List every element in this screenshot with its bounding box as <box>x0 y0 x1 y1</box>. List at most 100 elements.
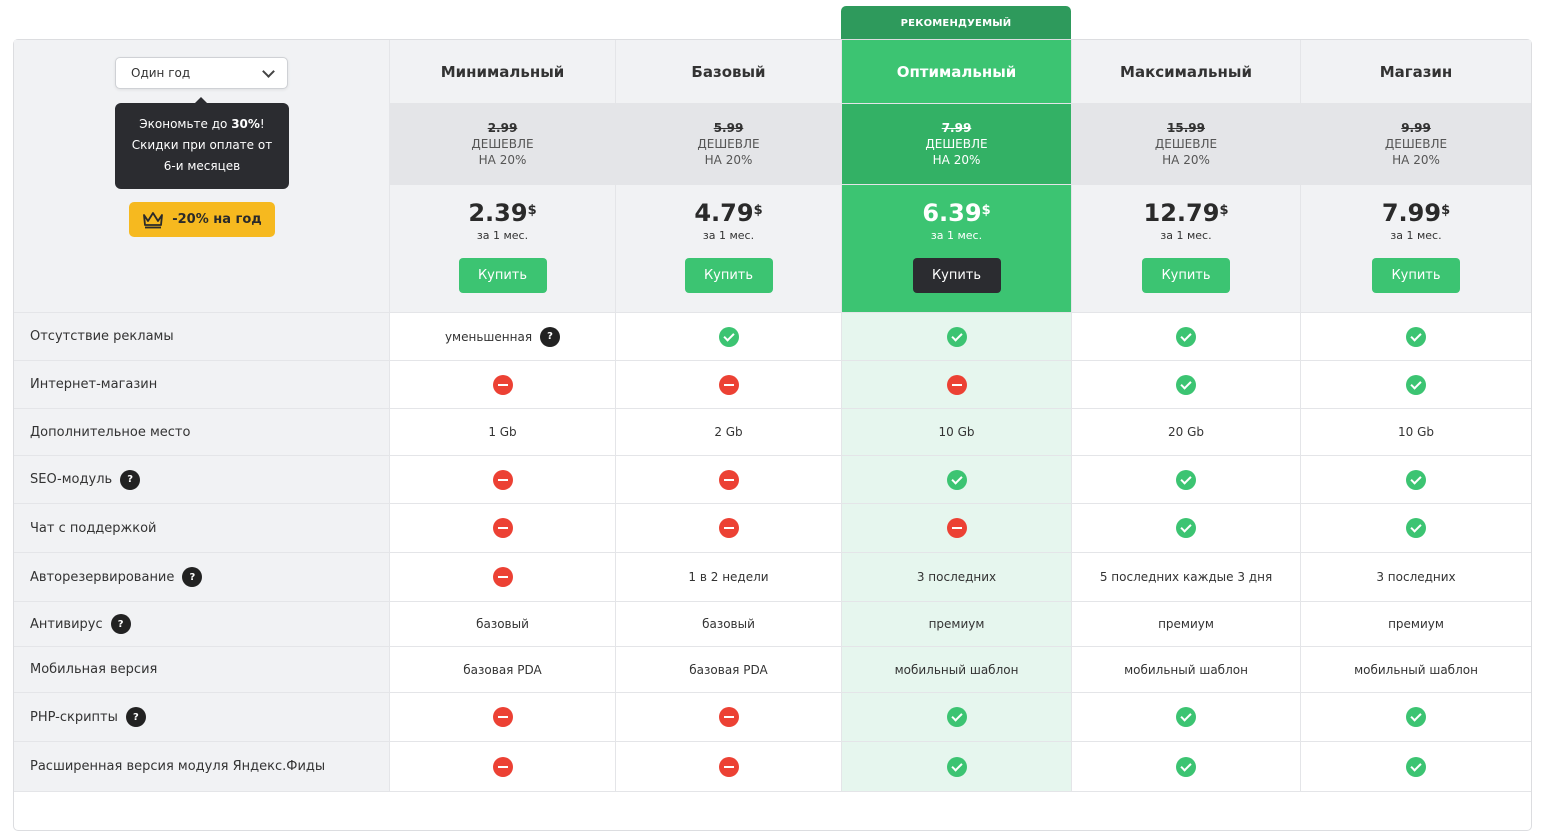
plan-name: Минимальный <box>440 62 565 81</box>
feature-value <box>842 456 1072 504</box>
feature-value-text: мобильный шаблон <box>1124 662 1248 677</box>
check-circle-icon <box>1406 469 1426 490</box>
plan-header: Базовый <box>616 40 842 104</box>
question-icon[interactable]: ? <box>120 469 141 490</box>
buy-button[interactable]: Купить <box>912 257 1001 293</box>
feature-value: мобильный шаблон <box>1301 647 1531 693</box>
period-panel: Один год Экономьте до 30%! Скидки при оп… <box>14 40 390 313</box>
discount-text: ДЕШЕВЛЕ <box>471 137 534 151</box>
discount-text: ДЕШЕВЛЕ <box>925 137 988 151</box>
check-circle-icon <box>946 469 967 490</box>
feature-name: Отсутствие рекламы <box>30 329 174 344</box>
discount-text: НА 20% <box>1162 153 1210 167</box>
currency: $ <box>1441 202 1451 218</box>
feature-value <box>616 693 842 742</box>
feature-value <box>616 361 842 409</box>
buy-button[interactable]: Купить <box>684 257 773 293</box>
check-circle-icon <box>946 707 967 727</box>
feature-value-text: 20 Gb <box>1168 425 1204 439</box>
feature-label: Отсутствие рекламы <box>14 313 390 361</box>
currency: $ <box>1219 202 1229 218</box>
price-period: за 1 мес. <box>1390 228 1442 242</box>
plan-name: Максимальный <box>1120 62 1252 81</box>
feature-value <box>842 504 1072 553</box>
check-circle-icon <box>1176 326 1196 347</box>
feature-value <box>842 361 1072 409</box>
minus-circle-icon <box>492 707 513 727</box>
question-icon[interactable]: ? <box>125 707 146 727</box>
feature-value <box>1301 742 1531 792</box>
feature-value <box>616 504 842 553</box>
period-select-value: Один год <box>131 66 191 80</box>
old-price-value: 15.99 <box>1167 121 1205 135</box>
plan-header: Магазин <box>1301 40 1531 104</box>
price-period: за 1 мес. <box>702 228 755 242</box>
feature-value <box>1072 693 1301 742</box>
minus-circle-icon <box>492 374 513 395</box>
tooltip-line-2: Скидки при оплате от <box>131 138 273 152</box>
feature-name: SEO-модуль <box>30 472 113 487</box>
check-circle-icon <box>1406 518 1426 538</box>
question-icon[interactable]: ? <box>110 614 131 634</box>
check-circle-icon <box>946 326 967 347</box>
feature-value-text: 5 последних каждые 3 дня <box>1099 570 1273 584</box>
price: 7.99$ <box>1382 199 1450 227</box>
check-circle-icon <box>1176 518 1196 538</box>
tooltip-highlight: 30% <box>231 117 260 131</box>
feature-value <box>1301 361 1531 409</box>
check-circle-icon <box>1406 326 1426 347</box>
feature-value: 3 последних <box>1301 553 1531 602</box>
price-cell: 4.79$ за 1 мес. Купить <box>616 185 842 313</box>
feature-value-text: базовый <box>476 617 529 631</box>
feature-value <box>842 693 1072 742</box>
feature-value-text: 1 в 2 недели <box>688 570 769 584</box>
feature-label: Расширенная версия модуля Яндекс.Фиды <box>14 742 390 792</box>
old-price-cell: 5.99 ДЕШЕВЛЕ НА 20% <box>616 104 842 185</box>
feature-value-text: премиум <box>1388 617 1444 631</box>
feature-value <box>842 742 1072 792</box>
tooltip-line-3: 6-и месяцев <box>163 159 241 173</box>
plan-header: Максимальный <box>1072 40 1301 104</box>
discount-text: НА 20% <box>704 153 753 167</box>
price-value: 7.99 <box>1381 198 1442 227</box>
feature-label: Антивирус? <box>14 602 390 647</box>
currency: $ <box>981 202 991 218</box>
buy-button[interactable]: Купить <box>458 257 547 293</box>
chevron-down-icon <box>262 64 275 78</box>
feature-label: Мобильная версия <box>14 647 390 693</box>
buy-button[interactable]: Купить <box>1142 257 1230 293</box>
feature-name: Антивирус <box>30 616 103 632</box>
period-select[interactable]: Один год <box>115 57 288 89</box>
feature-value-text: 10 Gb <box>1398 425 1434 439</box>
price-cell: 7.99$ за 1 мес. Купить <box>1301 185 1531 313</box>
tooltip-text: ! <box>259 117 265 131</box>
question-icon[interactable]: ? <box>540 326 561 347</box>
plan-name: Оптимальный <box>896 62 1017 81</box>
question-icon[interactable]: ? <box>182 567 203 587</box>
currency: $ <box>527 202 537 218</box>
minus-circle-icon <box>946 518 967 538</box>
feature-value: премиум <box>1301 602 1531 647</box>
old-price-value: 5.99 <box>713 121 744 135</box>
feature-value <box>1301 504 1531 553</box>
old-price: 7.99 ДЕШЕВЛЕ НА 20% <box>925 120 987 168</box>
price-cell: 2.39$ за 1 мес. Купить <box>390 185 616 313</box>
feature-label: Авторезервирование? <box>14 553 390 602</box>
feature-value <box>390 553 616 602</box>
feature-value: уменьшенная? <box>390 313 616 361</box>
feature-value: 2 Gb <box>616 409 842 456</box>
feature-value-text: базовая PDA <box>689 662 768 677</box>
price: 12.79$ <box>1144 199 1229 227</box>
feature-value <box>616 742 842 792</box>
feature-label: PHP-скрипты? <box>14 693 390 742</box>
feature-name: Авторезервирование <box>30 569 175 585</box>
feature-value: базовый <box>616 602 842 647</box>
feature-value: базовый <box>390 602 616 647</box>
minus-circle-icon <box>718 518 739 538</box>
check-circle-icon <box>1406 707 1426 727</box>
feature-value: базовая PDA <box>390 647 616 693</box>
feature-value-text: 10 Gb <box>938 425 975 439</box>
minus-circle-icon <box>492 567 513 587</box>
buy-button[interactable]: Купить <box>1372 257 1460 293</box>
old-price-value: 7.99 <box>941 121 972 135</box>
